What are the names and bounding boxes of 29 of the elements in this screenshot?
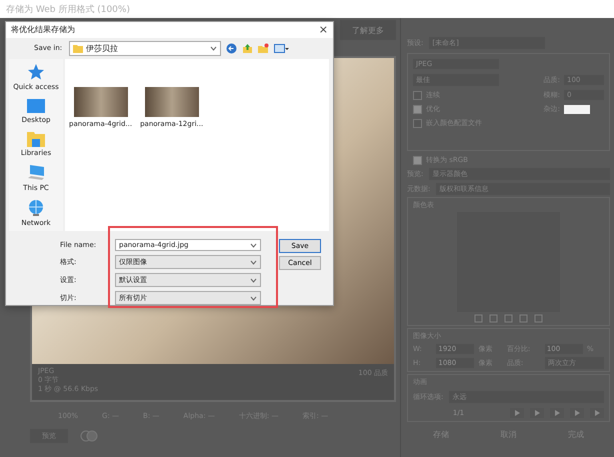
- learn-more-button[interactable]: 了解更多: [340, 20, 396, 40]
- new-folder-icon[interactable]: [258, 42, 269, 54]
- close-button[interactable]: ×: [318, 23, 328, 36]
- view-menu-icon[interactable]: [274, 42, 289, 54]
- back-icon[interactable]: [226, 42, 237, 54]
- playback-icon[interactable]: [570, 408, 584, 418]
- browser-icon[interactable]: [80, 430, 98, 442]
- image-thumbnail: [74, 86, 128, 117]
- up-folder-icon[interactable]: [242, 42, 253, 54]
- playback-icon[interactable]: [530, 408, 544, 418]
- playback-icon[interactable]: [510, 408, 524, 418]
- chevron-down-icon: [250, 242, 257, 248]
- chevron-down-icon: [250, 278, 257, 282]
- chevron-down-icon: [250, 296, 257, 300]
- dialog-title: 将优化结果存储为: [11, 24, 75, 36]
- chevron-down-icon: [250, 260, 257, 264]
- matte-swatch[interactable]: [564, 104, 590, 114]
- image-thumbnail: [144, 86, 199, 117]
- star-icon: [26, 62, 45, 81]
- network-icon: [26, 198, 45, 217]
- desktop-icon: [27, 98, 45, 114]
- save-in-dropdown[interactable]: 伊莎贝拉: [69, 40, 221, 56]
- playback-icon[interactable]: [550, 408, 564, 418]
- window-title: 存储为 Web 所用格式 (100%): [6, 4, 130, 16]
- computer-icon: [26, 164, 46, 182]
- playback-icon[interactable]: [590, 408, 604, 418]
- folder-icon: [26, 130, 45, 147]
- folder-icon: [73, 44, 83, 53]
- chevron-down-icon: [210, 46, 217, 51]
